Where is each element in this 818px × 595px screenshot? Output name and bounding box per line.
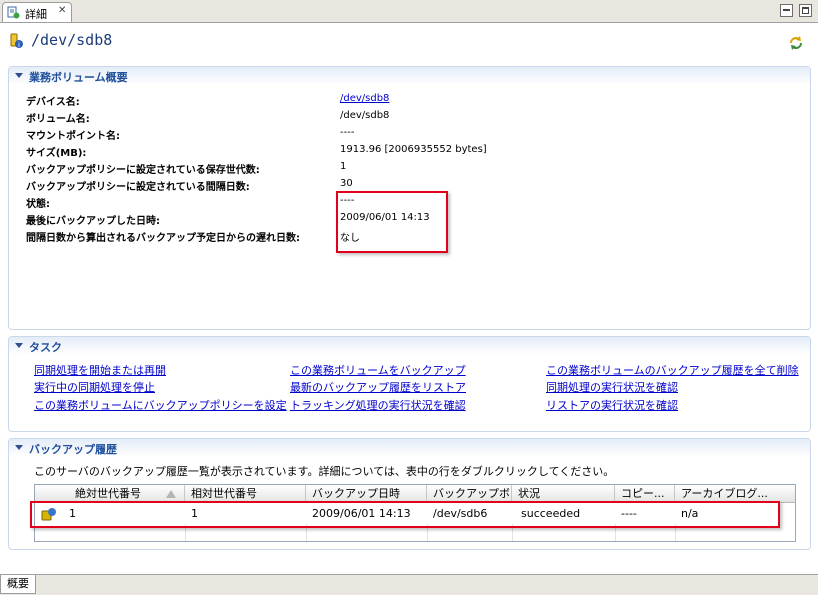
collapse-icon[interactable] <box>15 343 23 348</box>
volume-name-label: ボリューム名: <box>26 114 90 125</box>
highlight-box-overview <box>336 191 448 253</box>
window-controls <box>777 4 812 20</box>
tasks-header[interactable]: タスク <box>9 337 810 355</box>
status-label: 状態: <box>26 199 50 210</box>
history-header[interactable]: バックアップ履歴 <box>9 439 810 457</box>
history-title: バックアップ履歴 <box>29 443 117 456</box>
history-description: このサーバのバックアップ履歴一覧が表示されています。詳細については、表中の行をダ… <box>34 465 615 478</box>
maximize-button[interactable] <box>799 4 812 17</box>
mount-point-value: ---- <box>340 127 355 138</box>
mount-point-label: マウントポイント名: <box>26 131 120 142</box>
tasks-title: タスク <box>29 341 62 354</box>
highlight-box-history-row <box>30 501 780 528</box>
interval-days-label: バックアップポリシーに設定されている間隔日数: <box>26 182 250 193</box>
device-name-label: デバイス名: <box>26 97 80 108</box>
refresh-icon[interactable] <box>788 35 804 51</box>
generations-label: バックアップポリシーに設定されている保存世代数: <box>26 165 260 176</box>
tab-label: 詳細 <box>25 8 47 21</box>
delay-days-label: 間隔日数から算出されるバックアップ予定日からの遅れ日数: <box>26 233 300 244</box>
form-header: i /dev/sdb8 <box>0 23 818 59</box>
overview-title: 業務ボリューム概要 <box>29 71 128 84</box>
task-start-sync[interactable]: 同期処理を開始または再開 <box>34 362 166 378</box>
details-icon <box>7 6 20 19</box>
task-check-sync[interactable]: 同期処理の実行状況を確認 <box>546 379 678 395</box>
last-backup-label: 最後にバックアップした日時: <box>26 216 160 227</box>
generations-value: 1 <box>340 161 347 172</box>
device-name-value: /dev/sdb8 <box>340 93 389 104</box>
minimize-button[interactable] <box>779 4 793 17</box>
device-name-link[interactable]: /dev/sdb8 <box>340 93 389 104</box>
overview-header[interactable]: 業務ボリューム概要 <box>9 67 810 85</box>
volume-icon: i <box>10 33 23 49</box>
task-check-tracking[interactable]: トラッキング処理の実行状況を確認 <box>290 397 466 413</box>
interval-days-value: 30 <box>340 178 353 189</box>
size-label: サイズ(MB): <box>26 148 87 159</box>
size-value: 1913.96 [2006935552 bytes] <box>340 144 487 155</box>
task-check-restore[interactable]: リストアの実行状況を確認 <box>546 397 678 413</box>
tab-details[interactable]: 詳細 ✕ <box>2 2 72 22</box>
task-set-policy[interactable]: この業務ボリュームにバックアップポリシーを設定 <box>34 397 287 413</box>
task-backup[interactable]: この業務ボリュームをバックアップ <box>290 362 466 378</box>
bottom-tab-bar: 概要 <box>0 574 818 595</box>
volume-name-value: /dev/sdb8 <box>340 110 390 121</box>
svg-text:i: i <box>18 41 20 49</box>
task-delete-history[interactable]: この業務ボリュームのバックアップ履歴を全て削除 <box>546 362 799 378</box>
collapse-icon[interactable] <box>15 445 23 450</box>
task-restore-latest[interactable]: 最新のバックアップ履歴をリストア <box>290 379 466 395</box>
collapse-icon[interactable] <box>15 73 23 78</box>
editor-tab-bar: 詳細 ✕ <box>0 0 818 23</box>
task-stop-sync[interactable]: 実行中の同期処理を停止 <box>34 379 155 395</box>
close-icon[interactable]: ✕ <box>58 5 66 16</box>
sort-ascending-icon <box>166 490 176 498</box>
page-title: /dev/sdb8 <box>31 31 113 49</box>
tab-overview[interactable]: 概要 <box>0 575 36 594</box>
